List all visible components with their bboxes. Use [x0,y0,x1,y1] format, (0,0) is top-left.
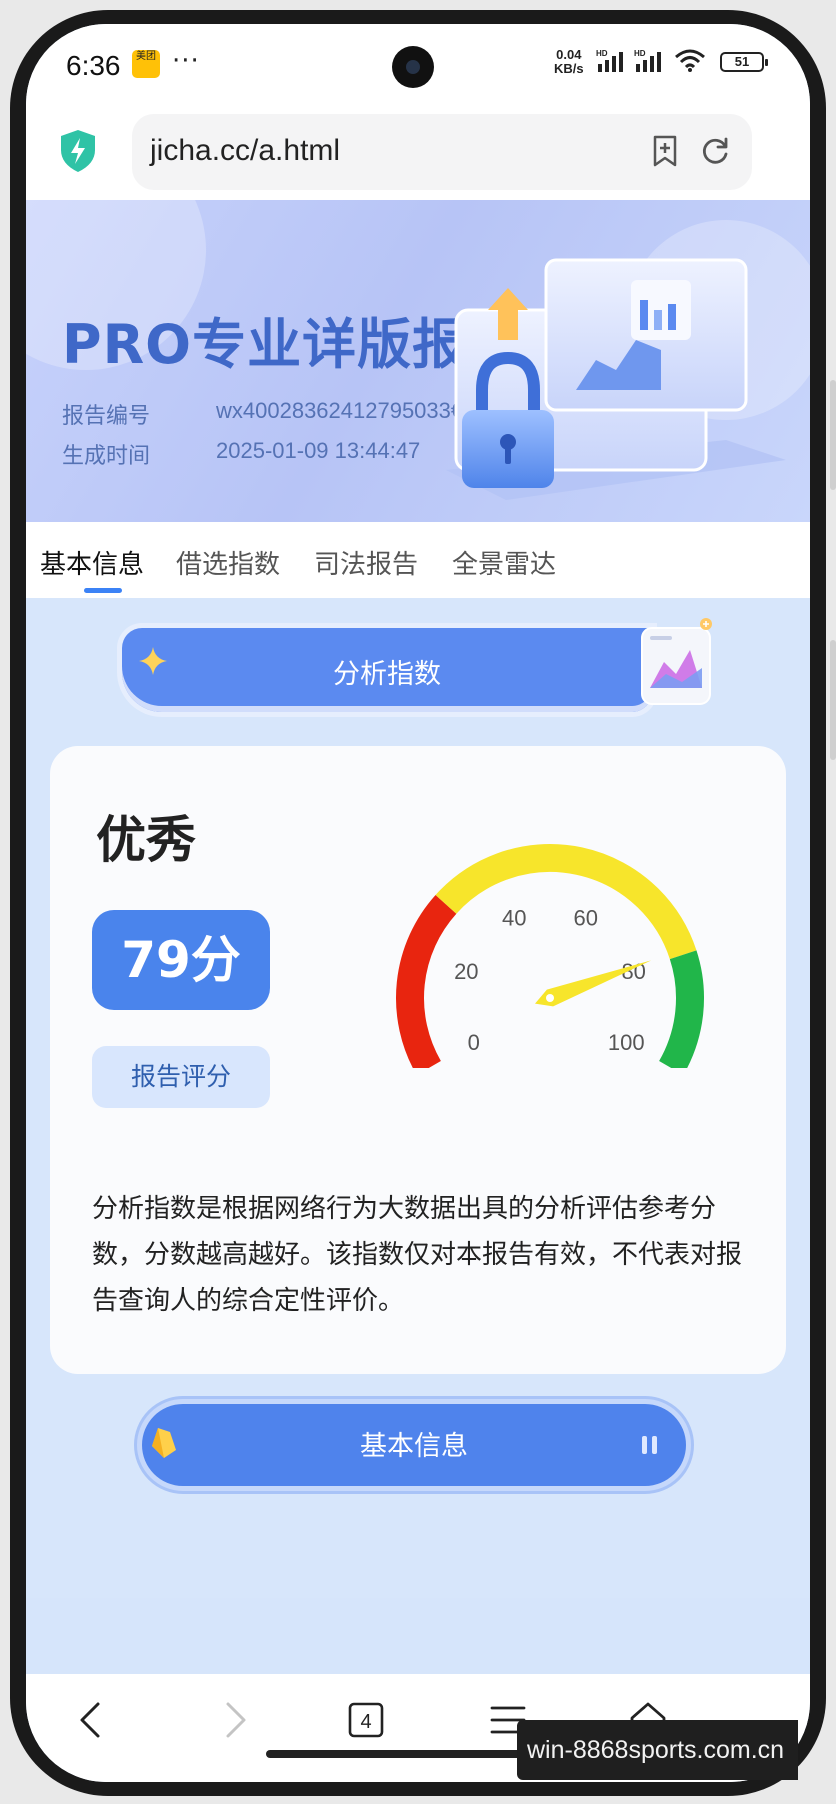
gauge-tick-label: 0 [468,1030,480,1055]
volume-button [830,380,836,490]
tabs-icon[interactable]: 4 [344,1698,388,1742]
gauge-tick-label: 100 [608,1030,645,1055]
analysis-section-header: 分析指数 [122,618,712,718]
score-gauge: 02040 6080100 [396,844,704,1068]
wifi-icon [675,49,705,72]
gauge-segment-low [396,894,457,1068]
forward-icon[interactable] [212,1698,256,1742]
gauge-segment-mid [435,844,697,960]
score-value: 79分 [92,910,270,1010]
power-button [830,640,836,760]
tab-basic-info[interactable]: 基本信息 [40,544,144,581]
svg-text:4: 4 [360,1711,371,1733]
score-grade: 优秀 [96,811,196,869]
gauge-segment-high [658,950,704,1068]
pause-deco-icon [642,1436,657,1454]
active-tab-indicator [84,588,122,593]
shield-bolt-icon[interactable] [58,128,98,174]
report-content: 分析指数 优秀 79分 报告评分 0 20 40 60 80 100 分析指数是根据网络行… [26,598,810,1598]
gauge-hub [546,994,554,1002]
svg-text:HD: HD [596,49,608,58]
score-description: 分析指数是根据网络行为大数据出具的分析评估参考分数，分数越高越好。该指数仅对本报… [92,1194,743,1316]
meituan-app-icon: 美团 [132,50,160,78]
more-notifications-icon: ··· [172,46,200,76]
network-speed: 0.04 KB/s [554,47,584,76]
report-time-label: 生成时间 [62,444,151,469]
security-report-illustration [446,258,786,500]
signal-icon: HD [596,49,623,72]
svg-text:HD: HD [634,49,646,58]
report-number-row: 报告编号 wx40028362412795033€ [62,398,463,430]
back-icon[interactable] [70,1698,114,1742]
section-title: 基本信息 [360,1431,468,1462]
tab-panorama-radar[interactable]: 全景雷达 [452,544,556,581]
signal-icon-2: HD [634,49,661,72]
bookmark-add-icon[interactable] [648,134,682,168]
gauge-tick-label: 40 [502,906,526,931]
tab-loan-index[interactable]: 借选指数 [176,544,280,581]
gauge-tick-label: 60 [574,906,598,931]
report-time-row: 生成时间 2025-01-09 13:44:47 [62,438,420,470]
score-card: 优秀 79分 报告评分 0 20 40 60 80 100 分析指数是根据网络行为大数据出… [50,746,786,1374]
chart-tile-icon [641,618,712,705]
section-title: 分析指数 [333,659,441,690]
report-time-value: 2025-01-09 13:44:47 [216,438,421,463]
tab-judicial-report[interactable]: 司法报告 [314,544,418,581]
url-text[interactable]: jicha.cc/a.html [150,134,340,168]
gauge-tick-label: 20 [454,959,478,984]
reload-icon[interactable] [698,134,732,168]
basic-info-section-header: 基本信息 [134,1396,718,1496]
screen: 6:36 美团 ··· 0.04 KB/s HD HD 51 jicha.cc/… [26,24,810,1782]
report-tabs: 基本信息 借选指数 司法报告 全景雷达 [26,522,810,598]
status-bar: 6:36 美团 ··· 0.04 KB/s HD HD 51 [26,24,810,104]
battery-icon: 51 [720,52,768,72]
front-camera [392,46,434,88]
score-label: 报告评分 [92,1046,270,1108]
browser-toolbar: jicha.cc/a.html [26,104,810,200]
status-time: 6:36 [66,50,121,81]
report-number-label: 报告编号 [62,404,151,429]
address-bar[interactable]: jicha.cc/a.html [132,114,752,190]
phone-frame: 6:36 美团 ··· 0.04 KB/s HD HD 51 jicha.cc/… [0,0,836,1804]
report-hero: PRO专业详版报告 报告编号 wx40028362412795033€ 生成时间… [26,200,810,522]
watermark: win-8868sports.com.cn [517,1720,798,1780]
